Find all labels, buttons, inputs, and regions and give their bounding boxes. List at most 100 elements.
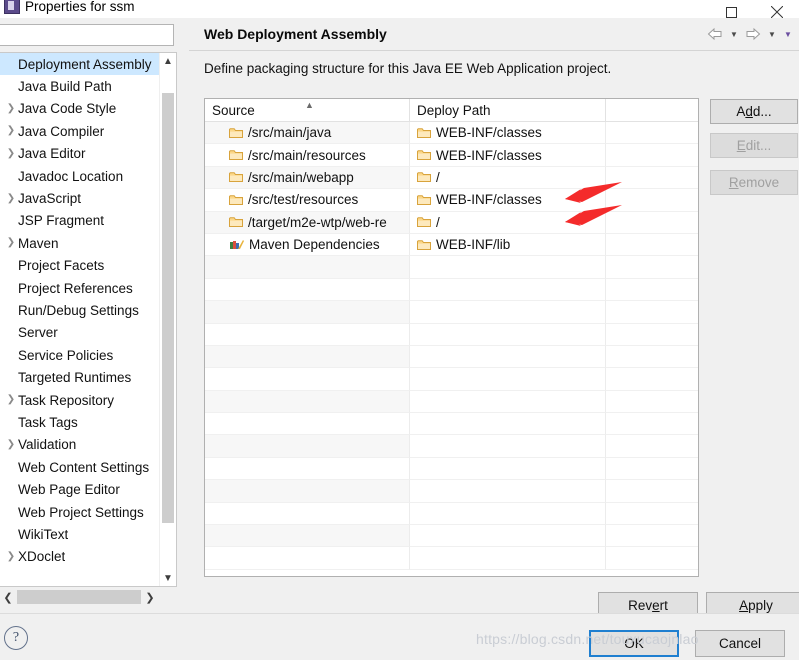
settings-filter-input[interactable] <box>0 25 173 45</box>
sidebar-item-maven[interactable]: ❯ Maven <box>0 232 160 254</box>
cell-empty <box>205 547 410 570</box>
sidebar-item-project-references[interactable]: Project References <box>0 277 160 299</box>
cell-empty <box>606 457 698 481</box>
panel-menu-chevron-down-icon[interactable]: ▼ <box>781 23 795 45</box>
sidebar-item-label: Java Editor <box>18 146 86 162</box>
scroll-up-icon[interactable]: ▲ <box>160 53 176 69</box>
chevron-right-icon[interactable]: ❯ <box>4 126 18 136</box>
edit-button: Edit... <box>710 133 798 158</box>
column-header-deploy-path-label: Deploy Path <box>417 102 491 118</box>
sidebar-item-validation[interactable]: ❯ Validation <box>0 434 160 456</box>
table-row[interactable]: /src/main/webapp / <box>205 166 698 190</box>
tree-horizontal-scrollbar[interactable]: ❮ ❯ <box>0 588 158 606</box>
settings-filter-box[interactable] <box>0 24 174 46</box>
cell-empty <box>606 323 698 346</box>
sidebar-item-run-debug-settings[interactable]: Run/Debug Settings <box>0 299 160 321</box>
sidebar-item-java-code-style[interactable]: ❯ Java Code Style <box>0 98 160 120</box>
cell-empty <box>410 368 606 391</box>
folder-icon <box>417 239 431 251</box>
folder-icon <box>417 216 431 228</box>
sidebar-item-label: Web Page Editor <box>18 482 120 498</box>
cell-empty <box>205 278 410 302</box>
chevron-right-icon[interactable]: ❯ <box>4 193 18 204</box>
cell-empty <box>410 390 606 414</box>
cell-empty <box>606 278 698 302</box>
sidebar-item-task-tags[interactable]: Task Tags <box>0 411 160 433</box>
cell-deploy-path: WEB-INF/classes <box>410 189 606 212</box>
sidebar-item-task-repository[interactable]: ❯ Task Repository <box>0 389 160 411</box>
sidebar-item-java-compiler[interactable]: ❯ Java Compiler <box>0 120 160 142</box>
help-icon[interactable]: ? <box>4 626 28 650</box>
chevron-right-icon[interactable]: ❯ <box>4 103 18 114</box>
table-row[interactable]: Maven Dependencies WEB-INF/lib <box>205 233 698 257</box>
sidebar-item-service-policies[interactable]: Service Policies <box>0 344 160 366</box>
sidebar-item-project-facets[interactable]: Project Facets <box>0 255 160 277</box>
add-button[interactable]: Add... <box>710 99 798 124</box>
edit-button-label: Edit... <box>736 138 772 153</box>
sidebar-item-wikitext[interactable]: WikiText <box>0 523 160 545</box>
cell-deploy-path: WEB-INF/classes <box>410 122 606 145</box>
tree-hscroll-thumb[interactable] <box>17 590 141 604</box>
cell-deploy-path-label: WEB-INF/classes <box>436 125 542 141</box>
back-arrow-icon[interactable] <box>705 23 725 45</box>
sidebar-item-label: Validation <box>18 437 77 453</box>
table-row[interactable]: /src/main/resources WEB-INF/classes <box>205 144 698 167</box>
forward-history-chevron-down-icon[interactable]: ▼ <box>765 23 779 45</box>
library-icon <box>229 238 244 251</box>
sidebar-item-label: Maven <box>18 235 59 251</box>
chevron-right-icon[interactable]: ❯ <box>4 238 18 248</box>
back-history-chevron-down-icon[interactable]: ▼ <box>727 23 741 45</box>
sidebar-item-targeted-runtimes[interactable]: Targeted Runtimes <box>0 366 160 388</box>
apply-button-label: Apply <box>739 597 773 613</box>
sidebar-item-java-editor[interactable]: ❯ Java Editor <box>0 143 160 165</box>
forward-arrow-icon[interactable] <box>743 23 763 45</box>
scroll-left-icon[interactable]: ❮ <box>0 588 16 606</box>
cell-source-label: /src/test/resources <box>248 192 359 208</box>
cell-empty <box>606 256 698 279</box>
settings-tree-panel: Deployment Assembly Java Build Path ❯ Java … <box>0 52 177 587</box>
folder-icon <box>229 194 243 206</box>
sidebar-item-jsp-fragment[interactable]: JSP Fragment <box>0 210 160 232</box>
tree-vertical-scrollbar[interactable]: ▲ ▼ <box>159 53 176 586</box>
cell-empty <box>410 345 606 369</box>
chevron-right-icon[interactable]: ❯ <box>4 148 18 159</box>
cell-source: /src/main/java <box>205 122 410 145</box>
chevron-right-icon[interactable]: ❯ <box>4 551 18 562</box>
window-titlebar: Properties for ssm <box>0 0 799 18</box>
sidebar-item-server[interactable]: Server <box>0 322 160 344</box>
sidebar-item-web-content-settings[interactable]: Web Content Settings <box>0 456 160 478</box>
cell-empty <box>410 435 606 458</box>
page-title: Web Deployment Assembly <box>204 26 387 42</box>
table-row[interactable]: /src/main/java WEB-INF/classes <box>205 122 698 145</box>
cell-empty <box>205 413 410 436</box>
cancel-button[interactable]: Cancel <box>695 630 785 657</box>
column-header-deploy-path[interactable]: Deploy Path <box>410 99 606 121</box>
cell-source: /src/main/resources <box>205 144 410 167</box>
sidebar-item-javascript[interactable]: ❯ JavaScript <box>0 187 160 209</box>
scroll-down-icon[interactable]: ▼ <box>160 570 176 586</box>
column-header-extra[interactable] <box>606 99 698 121</box>
sidebar-item-web-project-settings[interactable]: Web Project Settings <box>0 501 160 523</box>
web-deployment-assembly-panel: Web Deployment Assembly ▼ ▼ ▼ Define pac… <box>189 18 799 618</box>
sidebar-item-xdoclet[interactable]: ❯ XDoclet <box>0 546 160 568</box>
table-row[interactable]: /target/m2e-wtp/web-re / <box>205 211 698 234</box>
tree-scroll-thumb[interactable] <box>162 93 174 523</box>
sidebar-item-deployment-assembly[interactable]: Deployment Assembly <box>0 53 160 76</box>
cell-extra <box>606 189 698 212</box>
cell-source-label: /src/main/java <box>248 125 332 141</box>
table-row[interactable]: /src/test/resources WEB-INF/classes <box>205 189 698 212</box>
scroll-right-icon[interactable]: ❯ <box>142 588 158 606</box>
sidebar-item-javadoc-location[interactable]: Javadoc Location <box>0 165 160 187</box>
table-empty-row <box>205 345 698 369</box>
cell-deploy-path: / <box>410 166 606 190</box>
cell-empty <box>205 256 410 279</box>
folder-icon <box>229 127 243 139</box>
cell-extra <box>606 122 698 145</box>
column-header-source[interactable]: Source ▲ <box>205 99 410 121</box>
sidebar-item-web-page-editor[interactable]: Web Page Editor <box>0 478 160 500</box>
chevron-right-icon[interactable]: ❯ <box>4 439 18 450</box>
sidebar-item-label: XDoclet <box>18 549 66 565</box>
sidebar-item-label: Web Content Settings <box>18 459 150 475</box>
sidebar-item-java-build-path[interactable]: Java Build Path <box>0 75 160 97</box>
chevron-right-icon[interactable]: ❯ <box>4 395 18 405</box>
